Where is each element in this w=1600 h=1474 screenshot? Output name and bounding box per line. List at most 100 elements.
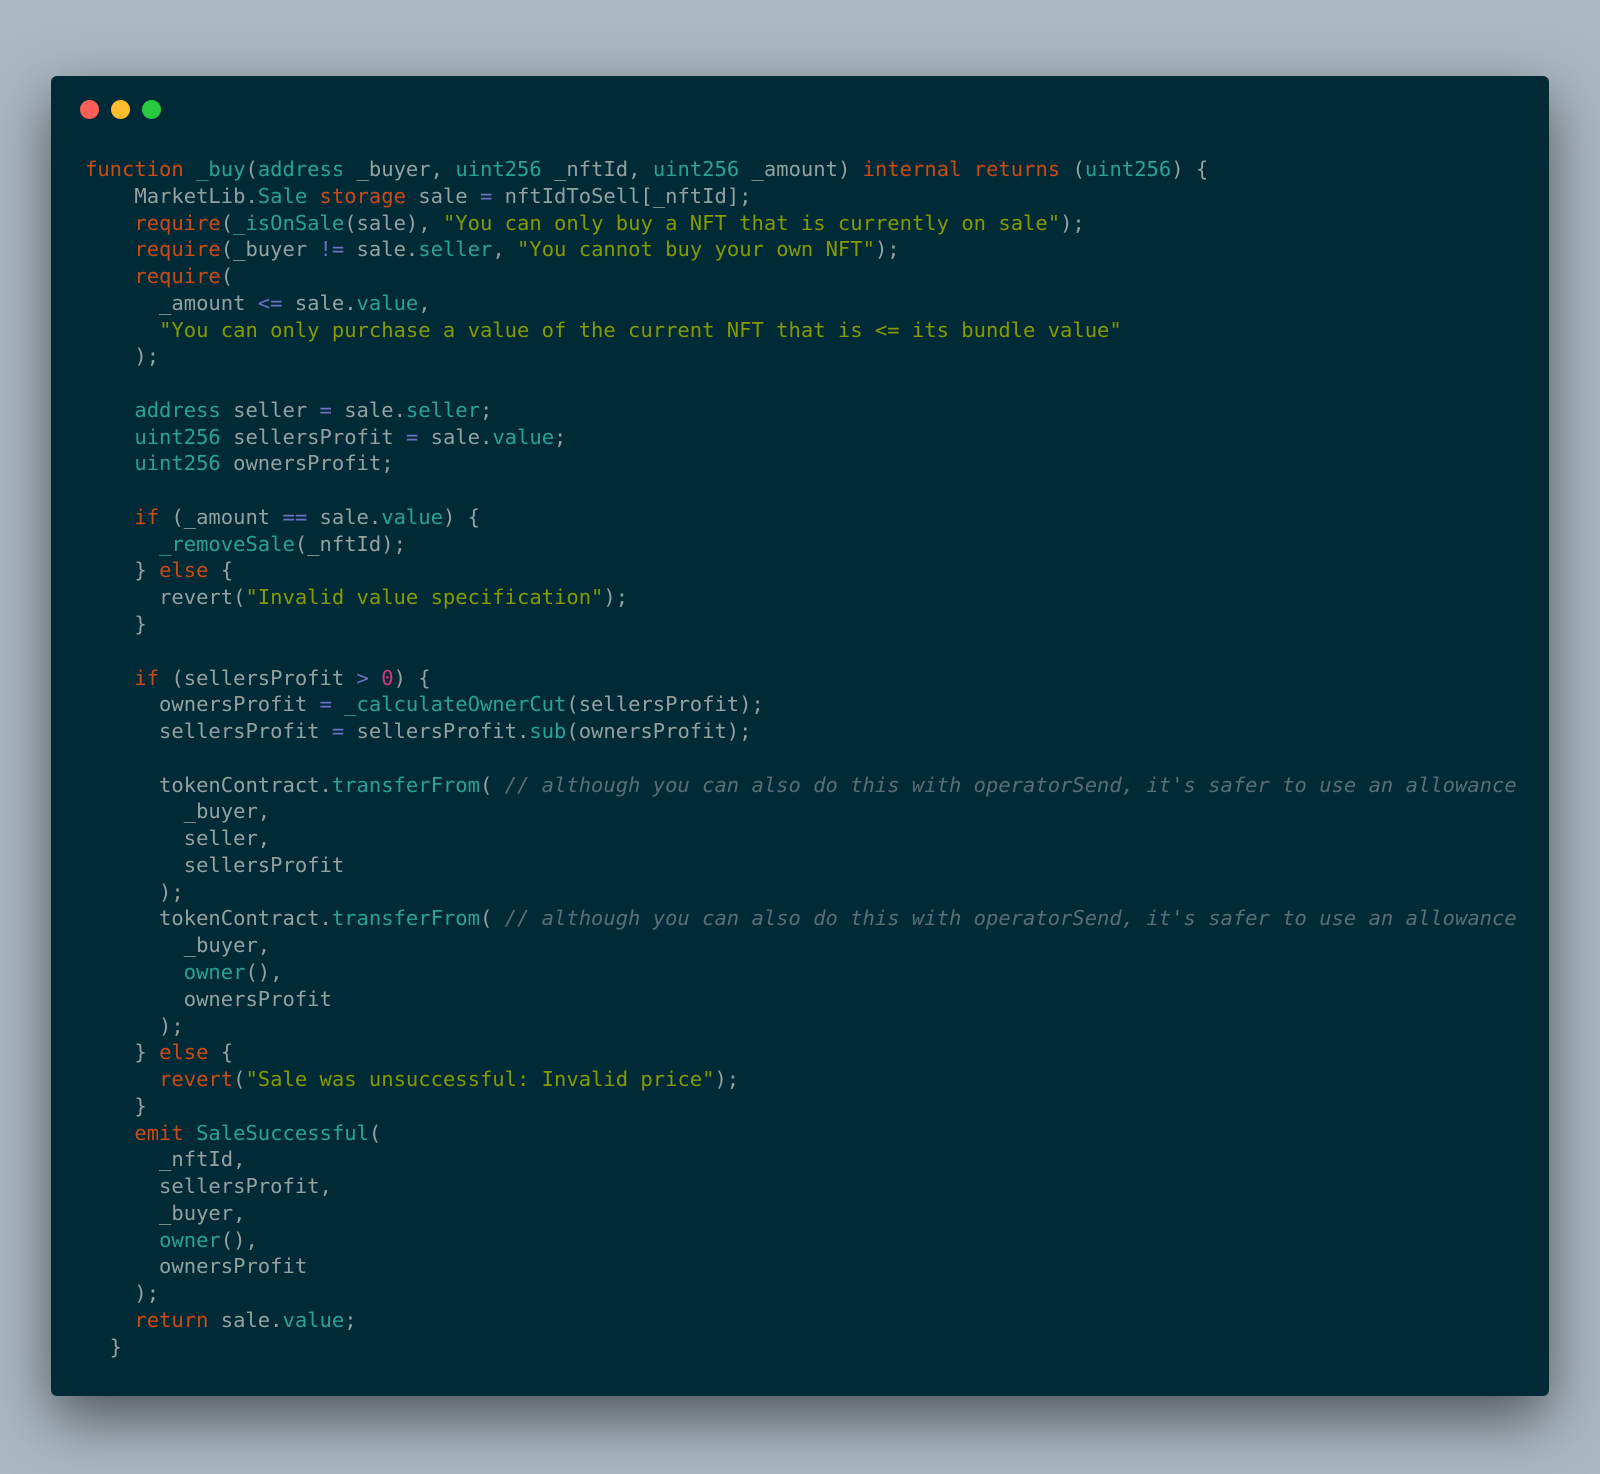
code-text: (_amount xyxy=(159,504,283,529)
string-token: "You can only purchase a value of the cu… xyxy=(159,317,1122,342)
identifier-token: value xyxy=(282,1307,345,1332)
code-text: } xyxy=(85,1334,123,1359)
string-token: "Invalid value specification" xyxy=(245,585,604,610)
code-text: sale. xyxy=(418,424,493,449)
code-line: ); xyxy=(85,879,1517,906)
identifier-token: SaleSuccessful xyxy=(196,1120,369,1145)
code-line: } xyxy=(85,1093,1517,1120)
code-text: ( xyxy=(220,264,234,289)
identifier-token: seller xyxy=(418,237,493,262)
code-line: require(_buyer != sale.seller, "You cann… xyxy=(85,236,1517,263)
code-text: _nftId, xyxy=(541,157,653,181)
code-text: , xyxy=(492,237,518,262)
keyword-token: if xyxy=(134,504,160,529)
code-line: } xyxy=(85,611,1517,638)
code-text: ( xyxy=(220,210,234,235)
code-line: emit SaleSuccessful( xyxy=(85,1120,1517,1147)
code-text: (_nftId); xyxy=(294,531,406,556)
code-text: ); xyxy=(85,344,160,369)
code-text: , xyxy=(418,290,431,315)
string-token: "Sale was unsuccessful: Invalid price" xyxy=(245,1067,715,1092)
keyword-token: require xyxy=(134,210,221,235)
code-line: _amount <= sale.value, xyxy=(85,290,1517,317)
code-text: } xyxy=(85,612,147,637)
code-text: (sellersProfit); xyxy=(566,692,764,717)
code-line: } else { xyxy=(85,557,1517,584)
identifier-token: transferFrom xyxy=(331,906,480,931)
code-line: sellersProfit = sellersProfit.sub(owners… xyxy=(85,718,1517,745)
code-line: owner(), xyxy=(85,1227,1517,1254)
maximize-button[interactable] xyxy=(142,100,161,119)
operator-token: = xyxy=(405,424,419,449)
code-text: sale xyxy=(405,183,480,208)
identifier-token: _removeSale xyxy=(159,531,295,556)
code-text: _nftId, xyxy=(85,1147,246,1172)
code-text: seller xyxy=(220,397,320,422)
code-line: _buyer, xyxy=(85,932,1517,959)
identifier-token: address xyxy=(257,157,345,181)
code-text: ); xyxy=(603,585,629,610)
identifier-token: uint256 xyxy=(134,451,221,476)
code-text: ) { xyxy=(393,665,431,690)
keyword-token: require xyxy=(134,264,221,289)
code-text: tokenContract. xyxy=(85,906,332,931)
code-text: seller, xyxy=(85,826,271,851)
identifier-token: sub xyxy=(529,719,567,744)
code-text: ) { xyxy=(442,504,480,529)
code-text: (ownersProfit); xyxy=(566,719,752,744)
code-line: require(_isOnSale(sale), "You can only b… xyxy=(85,210,1517,237)
code-text: ); xyxy=(874,237,900,262)
code-line: MarketLib.Sale storage sale = nftIdToSel… xyxy=(85,183,1517,210)
code-block: function _buy(address _buyer, uint256 _n… xyxy=(85,156,1517,1360)
code-text: ); xyxy=(85,879,184,904)
keyword-token: function xyxy=(85,157,184,181)
code-text: ( xyxy=(479,772,505,797)
code-text: sellersProfit, xyxy=(85,1174,332,1199)
code-text: tokenContract. xyxy=(85,772,332,797)
code-line: } xyxy=(85,1334,1517,1361)
identifier-token: uint256 xyxy=(455,157,542,181)
identifier-token: transferFrom xyxy=(331,772,480,797)
code-line: require( xyxy=(85,263,1517,290)
code-text: revert( xyxy=(85,585,246,610)
code-text: ; xyxy=(480,397,493,422)
code-text: { xyxy=(208,1040,234,1065)
code-text: sale. xyxy=(344,237,419,262)
code-line: ownersProfit = _calculateOwnerCut(seller… xyxy=(85,691,1517,718)
code-text: (sale), xyxy=(344,210,443,235)
comment-token: // although you can also do this with op… xyxy=(504,772,1517,797)
identifier-token: Sale xyxy=(257,183,308,208)
code-text: (), xyxy=(220,1227,258,1252)
code-line: _buyer, xyxy=(85,1200,1517,1227)
operator-token: == xyxy=(282,504,308,529)
minimize-button[interactable] xyxy=(111,100,130,119)
code-text: ); xyxy=(85,1013,184,1038)
code-line: revert("Invalid value specification"); xyxy=(85,584,1517,611)
code-line: ownersProfit xyxy=(85,1253,1517,1280)
identifier-token: address xyxy=(134,397,221,422)
code-line: if (sellersProfit > 0) { xyxy=(85,665,1517,692)
code-text: sellersProfit xyxy=(85,719,332,744)
identifier-token: owner xyxy=(183,959,246,984)
code-line: "You can only purchase a value of the cu… xyxy=(85,317,1517,344)
code-line: sellersProfit, xyxy=(85,1173,1517,1200)
keyword-token: return xyxy=(134,1307,209,1332)
close-button[interactable] xyxy=(80,100,99,119)
code-text: ); xyxy=(714,1067,740,1092)
code-text: (sellersProfit xyxy=(159,665,357,690)
